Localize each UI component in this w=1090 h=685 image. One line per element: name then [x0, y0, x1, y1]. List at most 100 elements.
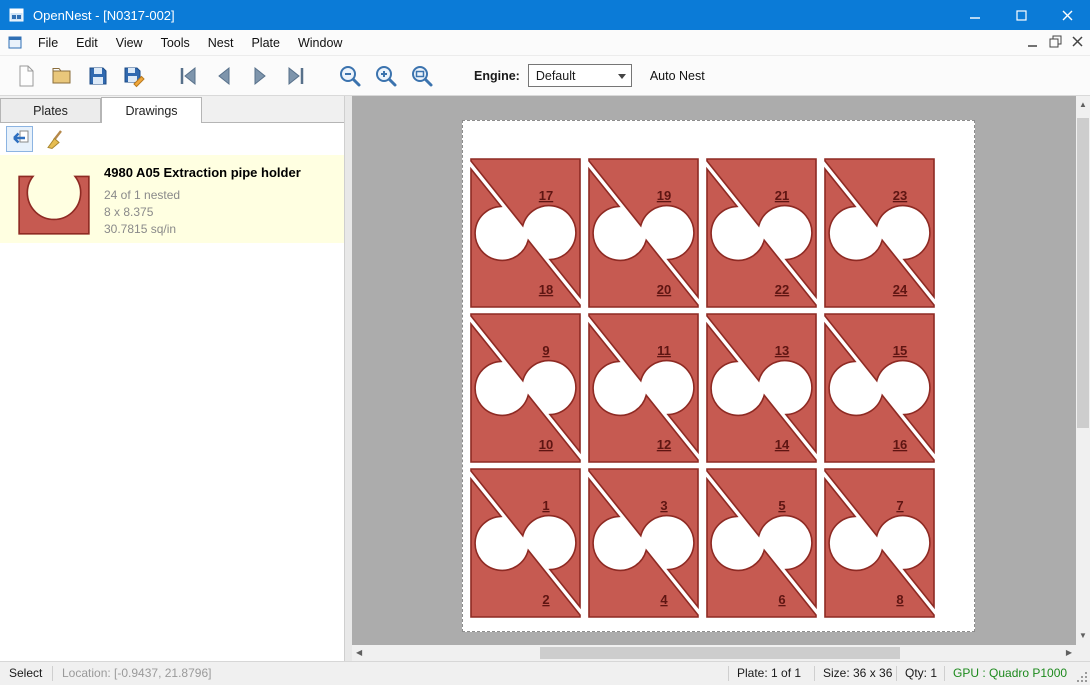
menu-item-window[interactable]: Window — [289, 36, 351, 50]
maximize-button[interactable] — [998, 0, 1044, 30]
nest-pair: 1516 — [825, 314, 934, 462]
import-drawing-button[interactable] — [6, 126, 33, 152]
part-number-label: 13 — [775, 343, 789, 358]
mdi-minimize-button[interactable] — [1027, 36, 1039, 51]
nest-pair: 2122 — [707, 159, 816, 307]
part-number-label: 20 — [657, 282, 671, 297]
nest-pair: 56 — [707, 469, 816, 617]
part-number-label: 4 — [660, 592, 668, 607]
menu-item-edit[interactable]: Edit — [67, 36, 107, 50]
save-as-button[interactable] — [116, 60, 152, 92]
mdi-close-button[interactable] — [1072, 36, 1084, 51]
part-number-label: 24 — [893, 282, 908, 297]
document-icon — [8, 35, 23, 50]
menu-bar: File Edit View Tools Nest Plate Window — [0, 30, 1090, 56]
import-drawing-icon — [9, 128, 31, 150]
new-document-icon — [14, 64, 38, 88]
go-previous-icon — [212, 64, 236, 88]
nest-pair: 2324 — [825, 159, 934, 307]
zoom-in-button[interactable] — [368, 60, 404, 92]
part-number-label: 14 — [775, 437, 790, 452]
resize-grip[interactable] — [1076, 671, 1088, 683]
vertical-scroll-thumb[interactable] — [1077, 118, 1089, 428]
panel-splitter[interactable] — [345, 96, 352, 661]
scroll-up-icon[interactable]: ▲ — [1079, 101, 1087, 109]
engine-label: Engine: — [474, 69, 520, 83]
zoom-fit-icon — [410, 64, 434, 88]
zoom-out-button[interactable] — [332, 60, 368, 92]
menu-item-plate[interactable]: Plate — [242, 36, 289, 50]
nest-canvas[interactable]: 171819202122232491011121314151612345678 — [352, 96, 1076, 645]
scroll-left-icon[interactable]: ◀ — [356, 649, 362, 657]
tab-plates[interactable]: Plates — [0, 98, 101, 122]
first-plate-button[interactable] — [170, 60, 206, 92]
part-number-label: 9 — [542, 343, 549, 358]
part-number-label: 3 — [660, 498, 667, 513]
scrollbar-corner — [1076, 645, 1090, 661]
part-number-label: 1 — [542, 498, 549, 513]
horizontal-scrollbar[interactable]: ◀ ▶ — [352, 645, 1076, 661]
mdi-restore-button[interactable] — [1049, 35, 1062, 51]
part-number-label: 16 — [893, 437, 907, 452]
part-number-label: 18 — [539, 282, 553, 297]
zoom-fit-button[interactable] — [404, 60, 440, 92]
minimize-button[interactable] — [952, 0, 998, 30]
status-plate: Plate: 1 of 1 — [737, 666, 801, 680]
drawing-list-item[interactable]: 4980 A05 Extraction pipe holder 24 of 1 … — [0, 155, 344, 243]
menu-item-tools[interactable]: Tools — [152, 36, 199, 50]
nest-pair: 1920 — [589, 159, 698, 307]
zoom-out-icon — [338, 64, 362, 88]
part-number-label: 10 — [539, 437, 553, 452]
nest-pair: 1718 — [471, 159, 580, 307]
last-plate-button[interactable] — [278, 60, 314, 92]
zoom-in-icon — [374, 64, 398, 88]
clean-button[interactable] — [41, 126, 68, 152]
chevron-down-icon — [618, 74, 626, 79]
part-number-label: 7 — [896, 498, 903, 513]
nest-pair: 12 — [471, 469, 580, 617]
scroll-right-icon[interactable]: ▶ — [1066, 649, 1072, 657]
tab-drawings[interactable]: Drawings — [101, 97, 202, 123]
auto-nest-button[interactable]: Auto Nest — [650, 69, 705, 83]
engine-value: Default — [536, 69, 576, 83]
scroll-down-icon[interactable]: ▼ — [1079, 632, 1087, 640]
nest-pair: 11 12 — [589, 314, 698, 462]
status-size: Size: 36 x 36 — [823, 666, 892, 680]
status-bar: Select Location: [-0.9437, 21.8796] Plat… — [0, 661, 1090, 685]
app-icon — [9, 7, 25, 23]
plate-sheet: 171819202122232491011121314151612345678 — [462, 120, 975, 632]
previous-plate-button[interactable] — [206, 60, 242, 92]
part-number-label: 17 — [539, 188, 553, 203]
clean-icon — [44, 128, 66, 150]
nest-pair: 78 — [825, 469, 934, 617]
open-folder-icon — [50, 64, 74, 88]
application-window: OpenNest - [N0317-002] File Edit View To… — [0, 0, 1090, 685]
drawing-area: 30.7815 sq/in — [104, 222, 176, 236]
title-bar: OpenNest - [N0317-002] — [0, 0, 1090, 30]
part-number-label: 2 — [542, 592, 549, 607]
part-number-label: 5 — [778, 498, 785, 513]
close-button[interactable] — [1044, 0, 1090, 30]
menu-item-view[interactable]: View — [107, 36, 152, 50]
save-button[interactable] — [80, 60, 116, 92]
engine-select[interactable]: Default — [528, 64, 632, 87]
open-button[interactable] — [44, 60, 80, 92]
window-title: OpenNest - [N0317-002] — [33, 8, 175, 23]
status-qty: Qty: 1 — [905, 666, 937, 680]
part-number-label: 11 — [657, 343, 671, 358]
new-button[interactable] — [8, 60, 44, 92]
part-number-label: 15 — [893, 343, 907, 358]
menu-item-nest[interactable]: Nest — [199, 36, 243, 50]
part-number-label: 8 — [896, 592, 903, 607]
status-location: Location: [-0.9437, 21.8796] — [62, 666, 211, 680]
go-first-icon — [176, 64, 200, 88]
nest-pair: 34 — [589, 469, 698, 617]
next-plate-button[interactable] — [242, 60, 278, 92]
part-number-label: 12 — [657, 437, 671, 452]
plate-svg: 171819202122232491011121314151612345678 — [463, 121, 974, 631]
menu-item-file[interactable]: File — [29, 36, 67, 50]
save-icon — [86, 64, 110, 88]
drawing-nested-count: 24 of 1 nested — [104, 188, 180, 202]
nest-pair: 13 14 — [707, 314, 816, 462]
horizontal-scroll-thumb[interactable] — [540, 647, 900, 659]
